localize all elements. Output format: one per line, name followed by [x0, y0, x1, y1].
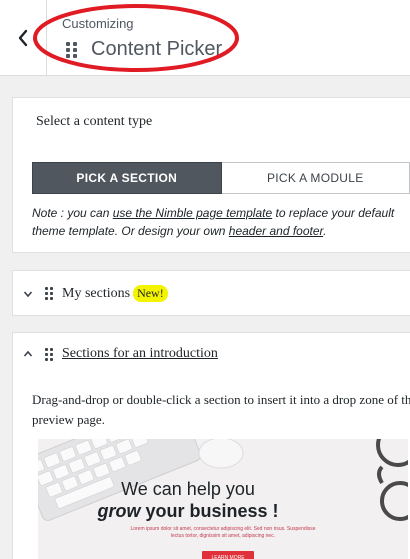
note-text: Note : you can	[32, 206, 113, 220]
nimble-template-link[interactable]: use the Nimble page template	[113, 206, 272, 220]
drag-handle-icon	[45, 287, 53, 300]
intro-sections-header[interactable]: Sections for an introduction	[23, 346, 218, 362]
preview-heading-rest: your business !	[140, 501, 279, 521]
preview-heading-emph: grow	[97, 501, 141, 521]
my-sections-panel[interactable]: My sections New!	[12, 270, 410, 316]
my-sections-label: My sections	[62, 285, 131, 301]
note-text-4: .	[323, 224, 327, 238]
drag-handle-icon	[45, 347, 53, 361]
pick-section-button[interactable]: PICK A SECTION	[32, 162, 222, 194]
content-type-panel: Select a content type PICK A SECTION PIC…	[12, 97, 410, 253]
intro-sections-panel: Sections for an introduction Drag-and-dr…	[12, 332, 410, 559]
preview-heading: We can help you	[121, 479, 255, 499]
preview-cta-button: LEARN MORE	[202, 551, 254, 559]
my-sections-header[interactable]: My sections New!	[23, 285, 168, 302]
chevron-down-icon	[23, 290, 33, 297]
select-content-type-label: Select a content type	[36, 114, 153, 129]
chevron-left-icon	[18, 29, 28, 47]
customizing-label: Customizing	[62, 16, 134, 31]
panel-title: Content Picker	[66, 38, 222, 61]
back-button[interactable]	[0, 0, 47, 76]
chevron-up-icon	[23, 350, 33, 357]
note-text-3: theme template. Or design your own	[32, 224, 229, 238]
intro-sections-label: Sections for an introduction	[62, 346, 218, 361]
preview-heading-2: grow your business !	[38, 501, 338, 522]
header-footer-link[interactable]: header and footer	[229, 224, 323, 238]
panel-title-text: Content Picker	[91, 38, 223, 60]
note-text-2: to replace your default	[272, 206, 395, 220]
customizer-header: Customizing Content Picker	[0, 0, 410, 76]
content-type-toggle: PICK A SECTION PICK A MODULE	[32, 162, 410, 194]
section-preview-card[interactable]: We can help you grow your business ! Lor…	[38, 439, 408, 559]
template-note: Note : you can use the Nimble page templ…	[32, 204, 410, 240]
drag-handle-icon	[66, 41, 77, 58]
intro-description: Drag-and-drop or double-click a section …	[32, 392, 410, 427]
new-badge: New!	[133, 285, 168, 302]
pick-module-button[interactable]: PICK A MODULE	[221, 162, 410, 194]
preview-body-text: Lorem ipsum dolor sit amet, consectetur …	[130, 526, 316, 539]
